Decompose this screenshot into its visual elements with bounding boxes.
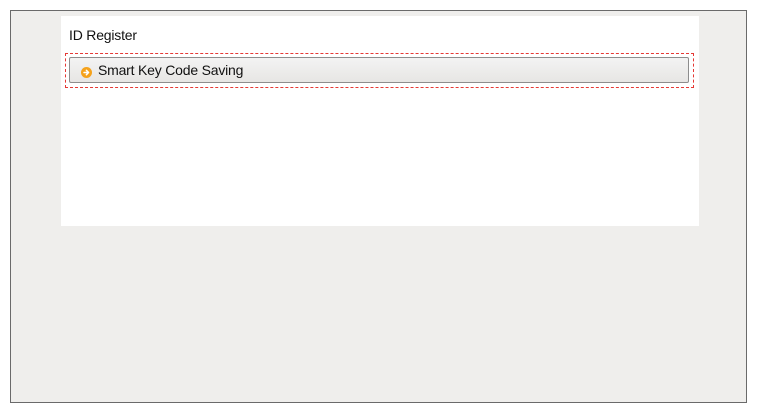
smart-key-code-saving-button[interactable]: Smart Key Code Saving (69, 57, 689, 83)
highlight-box: Smart Key Code Saving (65, 53, 694, 88)
panel-title: ID Register (69, 27, 137, 43)
arrow-right-circle-icon (81, 65, 92, 78)
menu-item-label: Smart Key Code Saving (98, 62, 244, 78)
screen-frame: ID Register Smart Key Code Saving (10, 10, 747, 403)
id-register-panel: ID Register Smart Key Code Saving (61, 16, 699, 226)
